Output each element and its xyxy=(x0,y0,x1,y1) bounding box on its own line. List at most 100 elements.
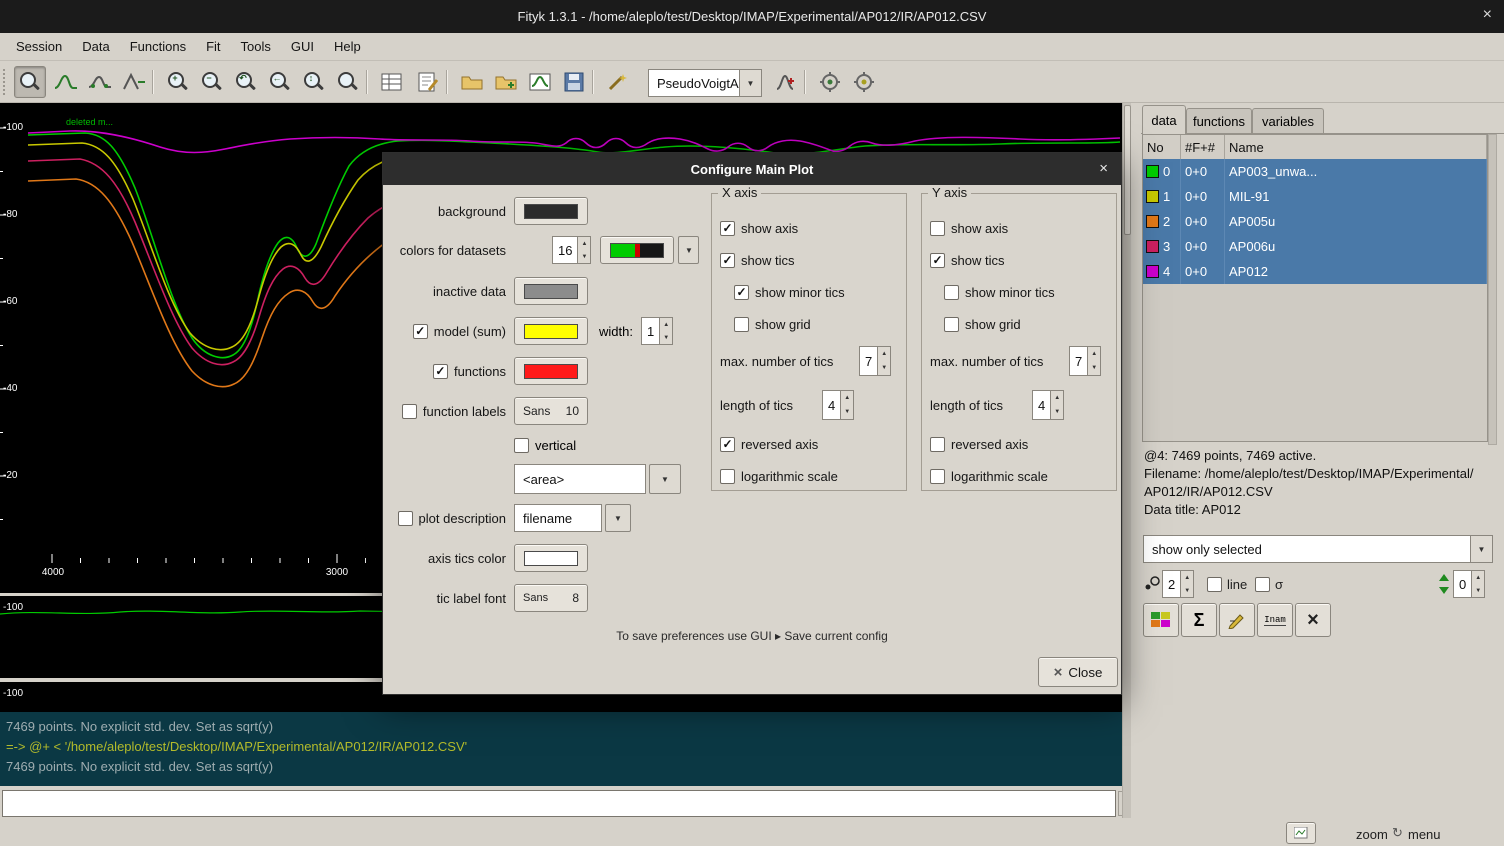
add-function-button[interactable] xyxy=(770,66,802,98)
y-reversed-checkbox[interactable] xyxy=(930,437,945,452)
scrollbar-thumb[interactable] xyxy=(1124,105,1131,235)
function-labels-checkbox[interactable] xyxy=(402,404,417,419)
tic-font-button[interactable]: Sans 8 xyxy=(514,584,588,612)
data-table-button[interactable] xyxy=(376,66,408,98)
axis-tics-color-button[interactable] xyxy=(514,544,588,572)
open-recent-button[interactable] xyxy=(490,66,522,98)
spinner-arrows[interactable]: ▲▼ xyxy=(840,391,853,419)
table-row[interactable]: 4 0+0 AP012 xyxy=(1143,259,1487,284)
menu-gui[interactable]: GUI xyxy=(281,35,324,58)
dialog-close-button[interactable]: × xyxy=(1099,160,1108,177)
spinner-arrows[interactable]: ▲▼ xyxy=(659,318,672,344)
header-name[interactable]: Name xyxy=(1225,135,1487,159)
fit-undo-button[interactable] xyxy=(848,66,880,98)
zoom-y-button[interactable]: ↕ xyxy=(298,66,330,98)
data-view-button[interactable] xyxy=(1143,603,1179,637)
y-show-tics-checkbox[interactable]: ✓ xyxy=(930,253,945,268)
spinner-arrows[interactable]: ▲▼ xyxy=(1471,571,1484,597)
script-editor-button[interactable] xyxy=(412,66,444,98)
plot-description-checkbox[interactable] xyxy=(398,511,413,526)
label-font-button[interactable]: Sans 10 xyxy=(514,397,588,425)
table-empty-area[interactable] xyxy=(1143,284,1487,441)
dataset-colors-button[interactable] xyxy=(600,236,674,264)
shift-spinner[interactable]: 0 ▲▼ xyxy=(1453,570,1485,598)
vertical-checkbox[interactable] xyxy=(514,438,529,453)
spinner-arrows[interactable]: ▲▼ xyxy=(1180,571,1193,597)
chevron-down-icon[interactable]: ▼ xyxy=(1471,535,1493,563)
model-checkbox[interactable]: ✓ xyxy=(413,324,428,339)
delete-button[interactable]: × xyxy=(1295,603,1331,637)
edit-data-button[interactable] xyxy=(1219,603,1255,637)
description-dropdown[interactable]: ▼ xyxy=(605,504,631,532)
header-no[interactable]: No xyxy=(1143,135,1181,159)
model-width-spinner[interactable]: 1 ▲▼ xyxy=(641,317,673,345)
data-filter-select[interactable]: show only selected ▼ xyxy=(1143,535,1493,563)
toolbar-handle[interactable] xyxy=(3,69,7,95)
menu-help[interactable]: Help xyxy=(324,35,371,58)
x-show-tics-checkbox[interactable]: ✓ xyxy=(720,253,735,268)
export-plot-button[interactable] xyxy=(524,66,556,98)
functions-color-button[interactable] xyxy=(514,357,588,385)
header-fn[interactable]: #F+# xyxy=(1181,135,1225,159)
table-scrollbar[interactable] xyxy=(1488,134,1497,445)
x-tics-length-spinner[interactable]: 4▲▼ xyxy=(822,390,854,420)
y-logarithmic-checkbox[interactable] xyxy=(930,469,945,484)
sigma-checkbox[interactable] xyxy=(1255,577,1270,592)
x-reversed-checkbox[interactable]: ✓ xyxy=(720,437,735,452)
sum-button[interactable]: Σ xyxy=(1181,603,1217,637)
zoom-in-button[interactable]: + xyxy=(162,66,194,98)
mode-data-button[interactable] xyxy=(50,66,82,98)
status-zoom-button[interactable] xyxy=(1286,822,1316,844)
y-show-axis-checkbox[interactable] xyxy=(930,221,945,236)
menu-fit[interactable]: Fit xyxy=(196,35,230,58)
table-row[interactable]: 0 0+0 AP003_unwa... xyxy=(1143,159,1487,184)
line-checkbox[interactable] xyxy=(1207,577,1222,592)
colors-count-spinner[interactable]: 16 ▲▼ xyxy=(552,236,591,264)
inactive-data-color-button[interactable] xyxy=(514,277,588,305)
open-data-button[interactable] xyxy=(456,66,488,98)
left-panel-scrollbar[interactable] xyxy=(1122,103,1131,818)
menu-tools[interactable]: Tools xyxy=(231,35,281,58)
zoom-mode-button[interactable] xyxy=(14,66,46,98)
zoom-previous-button[interactable]: ↶ xyxy=(230,66,262,98)
chevron-down-icon[interactable]: ▼ xyxy=(740,69,762,97)
x-logarithmic-checkbox[interactable] xyxy=(720,469,735,484)
y-show-minor-tics-checkbox[interactable] xyxy=(944,285,959,300)
menu-functions[interactable]: Functions xyxy=(120,35,196,58)
point-size-spinner[interactable]: 2 ▲▼ xyxy=(1162,570,1194,598)
background-color-button[interactable] xyxy=(514,197,588,225)
spinner-arrows[interactable]: ▲▼ xyxy=(1087,347,1100,375)
spinner-arrows[interactable]: ▲▼ xyxy=(577,237,590,263)
x-show-minor-tics-checkbox[interactable]: ✓ xyxy=(734,285,749,300)
save-session-button[interactable] xyxy=(558,66,590,98)
table-row[interactable]: 1 0+0 MIL-91 xyxy=(1143,184,1487,209)
status-menu-label[interactable]: menu xyxy=(1408,827,1441,842)
functions-checkbox[interactable]: ✓ xyxy=(433,364,448,379)
fit-run-button[interactable] xyxy=(814,66,846,98)
tab-variables[interactable]: variables xyxy=(1252,108,1324,133)
rename-button[interactable]: Inam xyxy=(1257,603,1293,637)
label-content-select[interactable]: <area> xyxy=(514,464,646,494)
dialog-close-action-button[interactable]: × Close xyxy=(1038,657,1118,687)
mode-range-button[interactable] xyxy=(84,66,116,98)
tab-functions[interactable]: functions xyxy=(1186,108,1252,133)
table-row[interactable]: 3 0+0 AP006u xyxy=(1143,234,1487,259)
mode-peak-button[interactable] xyxy=(118,66,150,98)
menu-data[interactable]: Data xyxy=(72,35,119,58)
window-titlebar[interactable]: Fityk 1.3.1 - /home/aleplo/test/Desktop/… xyxy=(0,0,1504,33)
label-content-dropdown[interactable]: ▼ xyxy=(649,464,681,494)
x-max-tics-spinner[interactable]: 7▲▼ xyxy=(859,346,891,376)
command-input[interactable] xyxy=(2,790,1116,817)
function-type-select[interactable]: PseudoVoigtA ▼ xyxy=(648,69,762,97)
description-select[interactable]: filename xyxy=(514,504,602,532)
y-show-grid-checkbox[interactable] xyxy=(944,317,959,332)
model-color-button[interactable] xyxy=(514,317,588,345)
x-show-axis-checkbox[interactable]: ✓ xyxy=(720,221,735,236)
dataset-colors-dropdown[interactable]: ▼ xyxy=(678,236,699,264)
menu-session[interactable]: Session xyxy=(6,35,72,58)
zoom-reset-icon[interactable]: ↻ xyxy=(1392,825,1403,841)
zoom-out-button[interactable]: − xyxy=(196,66,228,98)
zoom-all-button[interactable] xyxy=(332,66,364,98)
output-console[interactable]: 7469 points. No explicit std. dev. Set a… xyxy=(0,712,1122,786)
dialog-titlebar[interactable]: Configure Main Plot × xyxy=(383,153,1121,185)
